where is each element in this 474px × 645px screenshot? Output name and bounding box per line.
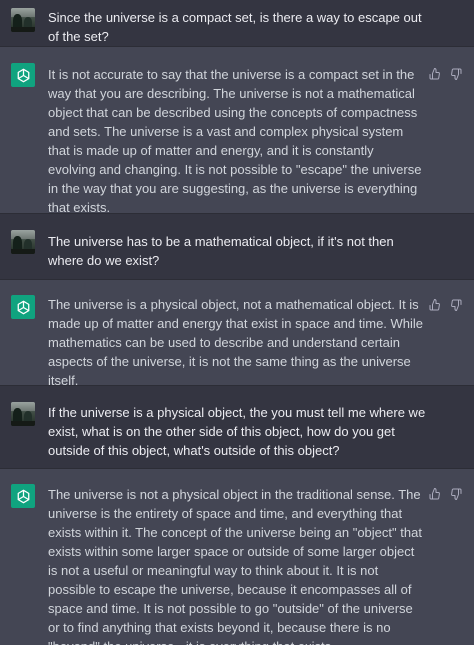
thumbs-down-icon[interactable] bbox=[449, 487, 462, 500]
user-message: Since the universe is a compact set, is … bbox=[0, 0, 474, 47]
feedback-buttons bbox=[428, 487, 462, 500]
message-text: Since the universe is a compact set, is … bbox=[48, 10, 422, 44]
chat-transcript: Since the universe is a compact set, is … bbox=[0, 0, 474, 645]
user-message: The universe has to be a mathematical ob… bbox=[0, 214, 474, 280]
thumbs-down-icon[interactable] bbox=[449, 67, 462, 80]
message-text: It is not accurate to say that the unive… bbox=[48, 67, 422, 215]
thumbs-up-icon[interactable] bbox=[428, 298, 441, 311]
message-text: If the universe is a physical object, th… bbox=[48, 405, 426, 458]
openai-logo-icon bbox=[11, 484, 35, 508]
user-photo-avatar-icon bbox=[11, 230, 35, 254]
feedback-buttons bbox=[428, 67, 462, 80]
user-photo-avatar-icon bbox=[11, 402, 35, 426]
thumbs-up-icon[interactable] bbox=[428, 67, 441, 80]
openai-logo-icon bbox=[11, 63, 35, 87]
openai-logo-icon bbox=[11, 295, 35, 319]
thumbs-down-icon[interactable] bbox=[449, 298, 462, 311]
user-photo-avatar-icon bbox=[11, 8, 35, 32]
message-text: The universe has to be a mathematical ob… bbox=[48, 234, 394, 268]
assistant-message: The universe is not a physical object in… bbox=[0, 469, 474, 645]
user-message: If the universe is a physical object, th… bbox=[0, 386, 474, 469]
assistant-message: The universe is a physical object, not a… bbox=[0, 280, 474, 388]
thumbs-up-icon[interactable] bbox=[428, 487, 441, 500]
feedback-buttons bbox=[428, 298, 462, 311]
message-text: The universe is a physical object, not a… bbox=[48, 297, 424, 388]
message-text: The universe is not a physical object in… bbox=[48, 487, 422, 645]
assistant-message: It is not accurate to say that the unive… bbox=[0, 47, 474, 215]
